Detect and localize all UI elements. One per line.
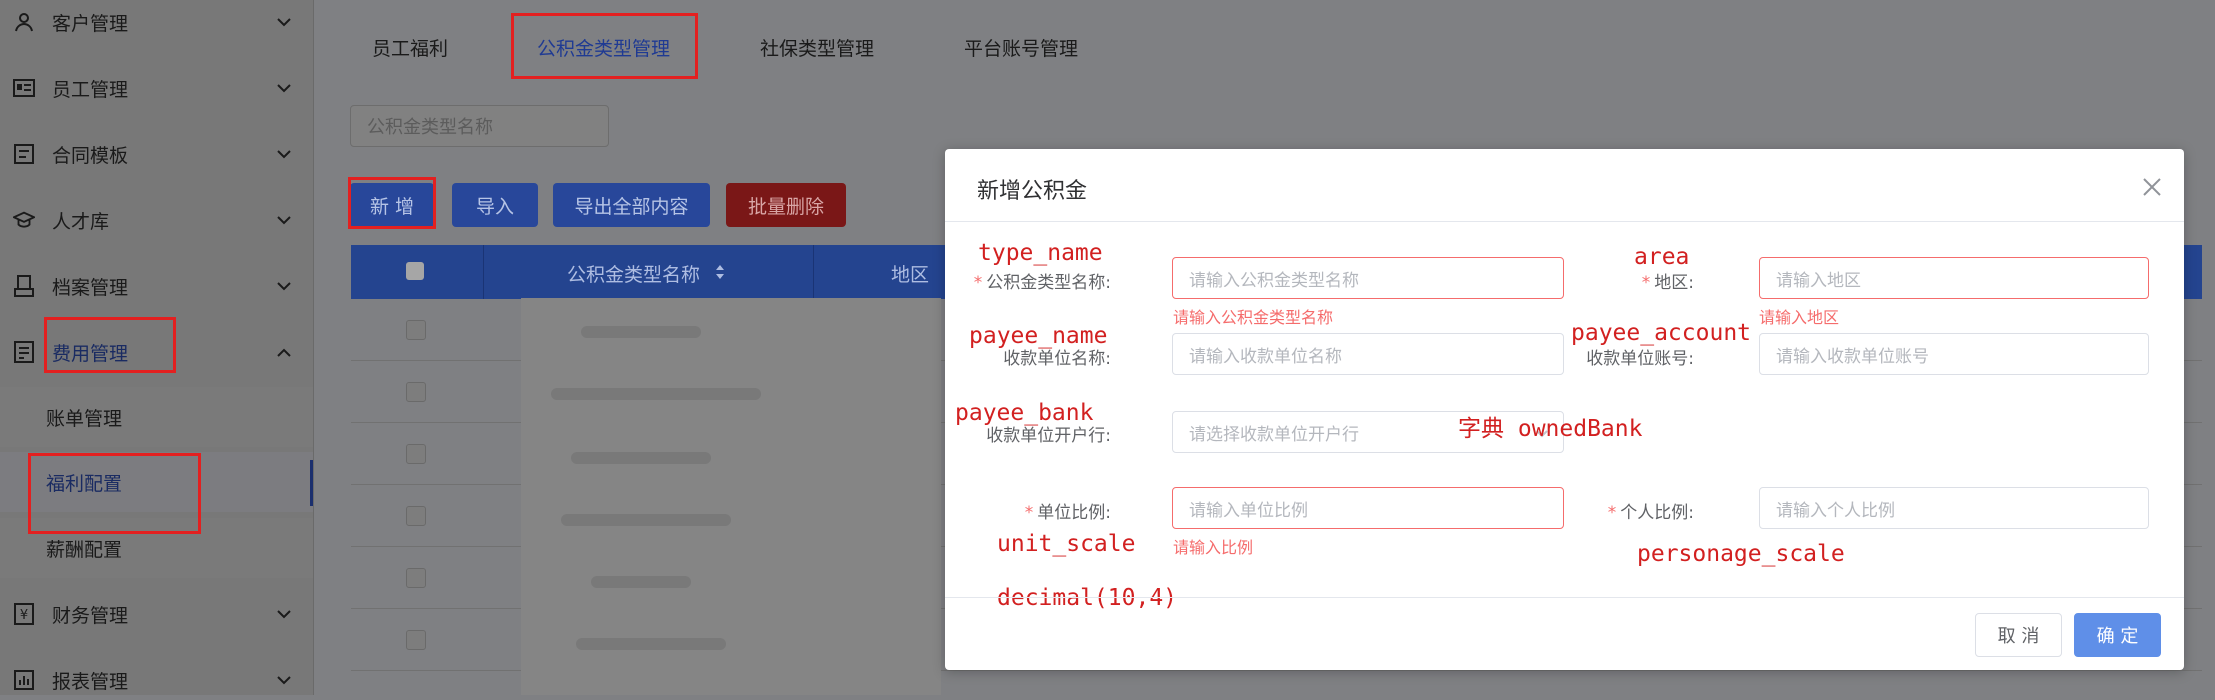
chevron-down-icon (276, 672, 292, 688)
tab-employee-welfare[interactable]: 员工福利 (372, 34, 448, 61)
sidebar-item-label: 人才库 (52, 210, 110, 233)
blurred-table-content (521, 298, 941, 695)
confirm-button[interactable]: 确 定 (2074, 613, 2161, 657)
personage-scale-label: * 个人比例: (1607, 503, 1694, 523)
sidebar-item-label: 财务管理 (52, 604, 129, 627)
type-name-label: * 公积金类型名称: (973, 273, 1111, 293)
annotation-unit-scale: unit_scale (997, 531, 1136, 557)
chevron-down-icon (276, 278, 292, 294)
column-divider (813, 245, 814, 299)
add-housing-fund-dialog: 新增公积金 * 公积金类型名称: 请输入公积金类型名称 请输入公积金类型名称 * 地… (945, 149, 2184, 670)
chevron-down-icon (276, 80, 292, 96)
highlight-box-expense (44, 317, 176, 373)
annotation-payee-bank: payee_bank (955, 400, 1094, 426)
tab-social-security-types[interactable]: 社保类型管理 (760, 34, 874, 61)
tab-platform-accounts[interactable]: 平台账号管理 (964, 34, 1078, 61)
sidebar-item-label: 合同模板 (52, 144, 129, 167)
sidebar-item-label: 员工管理 (52, 78, 129, 101)
row-checkbox[interactable] (406, 630, 426, 650)
user-icon (13, 11, 35, 33)
sort-icon[interactable] (715, 264, 725, 284)
unit-scale-input[interactable]: 请输入单位比例 (1172, 487, 1564, 529)
chevron-up-icon (276, 344, 292, 360)
unit-scale-label: * 单位比例: (1024, 503, 1111, 523)
sidebar-item-talent-pool[interactable]: 人才库 (0, 200, 313, 240)
sidebar-item-label: 客户管理 (52, 12, 129, 35)
payee-bank-placeholder: 请选择收款单位开户行 (1189, 424, 1359, 445)
required-mark: * (973, 273, 983, 293)
required-mark: * (1607, 503, 1617, 523)
annotation-area: area (1634, 244, 1690, 270)
annotation-payee-name: payee_name (969, 323, 1108, 349)
annotation-owned-bank: 字典 ownedBank (1458, 416, 1643, 442)
graduation-cap-icon (13, 209, 35, 231)
area-error: 请输入地区 (1759, 308, 1840, 327)
template-icon (13, 143, 35, 165)
payee-name-input[interactable]: 请输入收款单位名称 (1172, 333, 1564, 375)
annotation-decimal: decimal(10,4) (997, 585, 1178, 611)
sidebar-item-finance[interactable]: ¥ 财务管理 (0, 594, 313, 634)
export-all-button[interactable]: 导出全部内容 (553, 183, 710, 227)
row-checkbox[interactable] (406, 568, 426, 588)
column-header-area[interactable]: 地区 (891, 260, 929, 287)
finance-icon: ¥ (13, 603, 35, 625)
search-input[interactable]: 公积金类型名称 (350, 105, 609, 147)
annotation-type-name: type_name (978, 240, 1103, 266)
required-mark: * (1024, 503, 1034, 523)
area-label: * 地区: (1641, 273, 1694, 293)
column-divider (483, 245, 484, 299)
type-name-input[interactable]: 请输入公积金类型名称 (1172, 257, 1564, 299)
chart-icon (13, 669, 35, 691)
required-mark: * (1641, 273, 1651, 293)
chevron-down-icon (276, 606, 292, 622)
svg-text:¥: ¥ (20, 608, 28, 623)
sidebar-item-reports[interactable]: 报表管理 (0, 660, 313, 700)
sidebar-subitem-label: 账单管理 (46, 407, 123, 430)
select-all-checkbox[interactable] (406, 262, 424, 280)
sidebar-item-archives[interactable]: 档案管理 (0, 266, 313, 306)
sidebar-item-label: 档案管理 (52, 276, 129, 299)
highlight-box-add (348, 177, 436, 229)
column-header-type-name[interactable]: 公积金类型名称 (567, 260, 700, 287)
sidebar-item-customers[interactable]: 客户管理 (0, 2, 313, 42)
sidebar-item-employees[interactable]: 员工管理 (0, 68, 313, 108)
sidebar-item-contract-templates[interactable]: 合同模板 (0, 134, 313, 174)
chevron-down-icon (276, 146, 292, 162)
payee-account-label: 收款单位账号: (1586, 349, 1694, 369)
sidebar-subitem-bills[interactable]: 账单管理 (0, 387, 313, 447)
annotation-payee-account: payee_account (1571, 320, 1752, 346)
highlight-box-welfare (28, 453, 201, 534)
area-input[interactable]: 请输入地区 (1759, 257, 2149, 299)
row-checkbox[interactable] (406, 506, 426, 526)
row-checkbox[interactable] (406, 320, 426, 340)
expense-icon (13, 341, 35, 363)
chevron-down-icon (276, 212, 292, 228)
id-card-icon (13, 77, 35, 99)
footer-divider (945, 597, 2184, 598)
row-checkbox[interactable] (406, 382, 426, 402)
cancel-button[interactable]: 取 消 (1975, 613, 2062, 657)
highlight-box-tab (511, 13, 698, 79)
annotation-personage-scale: personage_scale (1637, 541, 1845, 567)
sidebar-item-label: 报表管理 (52, 670, 129, 693)
type-name-error: 请输入公积金类型名称 (1173, 308, 1334, 327)
unit-scale-error: 请输入比例 (1173, 538, 1254, 557)
sidebar-subitem-label: 薪酬配置 (46, 538, 123, 561)
chevron-down-icon (276, 14, 292, 30)
row-checkbox[interactable] (406, 444, 426, 464)
personage-scale-input[interactable]: 请输入个人比例 (1759, 487, 2149, 529)
dialog-title: 新增公积金 (977, 179, 1088, 204)
payee-account-input[interactable]: 请输入收款单位账号 (1759, 333, 2149, 375)
batch-delete-button[interactable]: 批量删除 (726, 183, 846, 227)
close-icon[interactable] (2140, 175, 2164, 199)
archive-icon (13, 275, 35, 297)
import-button[interactable]: 导入 (452, 183, 538, 227)
dialog-divider (945, 221, 2184, 222)
